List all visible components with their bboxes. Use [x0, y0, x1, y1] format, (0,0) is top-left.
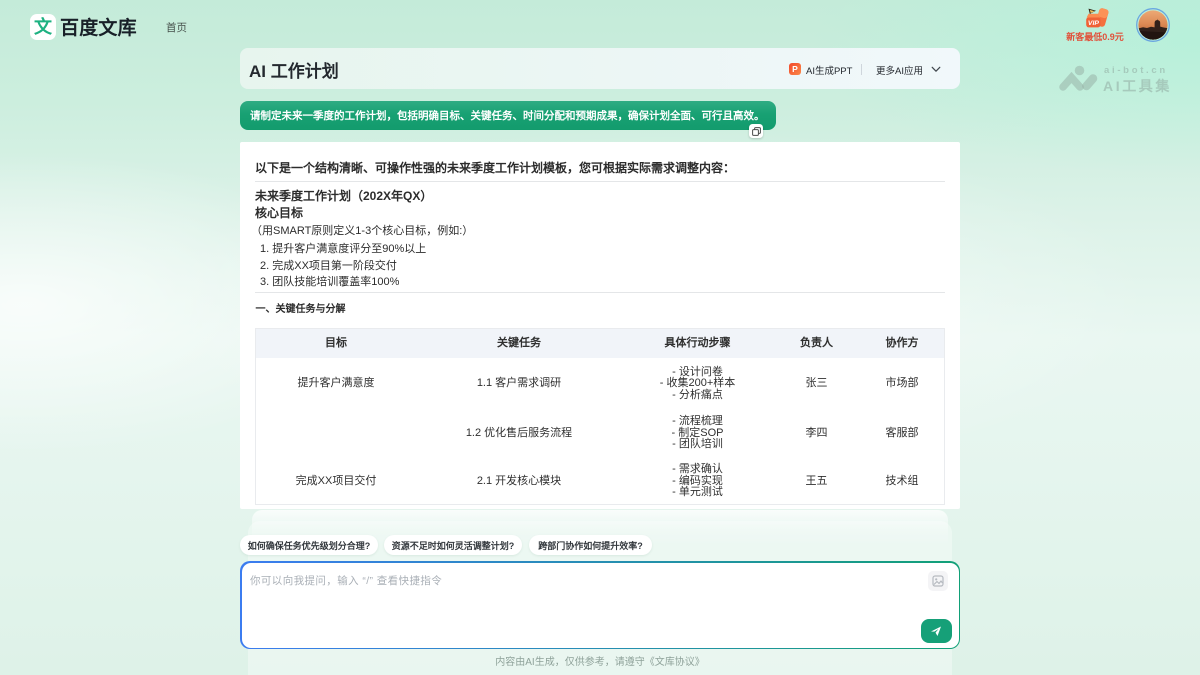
svg-text:VIP: VIP: [1088, 20, 1099, 27]
